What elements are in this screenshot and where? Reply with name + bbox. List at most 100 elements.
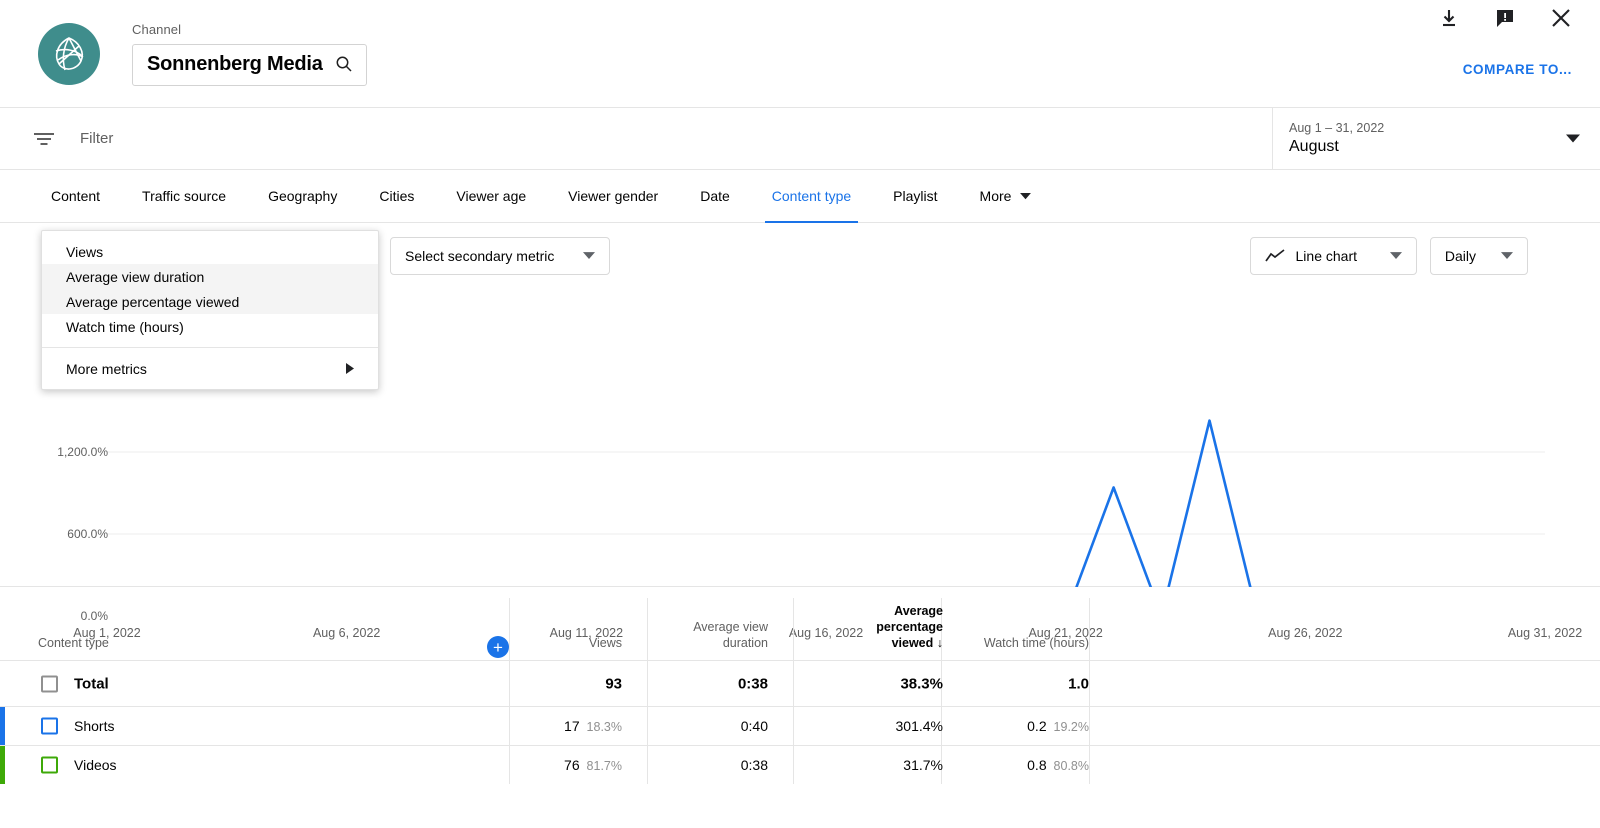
sort-desc-arrow-icon: ↓ <box>937 636 943 650</box>
menu-divider <box>42 347 378 348</box>
column-header-average-percentage-viewed[interactable]: Average percentage viewed ↓ <box>833 603 943 651</box>
tab-cities[interactable]: Cities <box>358 170 435 223</box>
column-header-content-type[interactable]: Content type <box>38 635 258 651</box>
row-checkbox[interactable] <box>41 757 58 774</box>
cell-value: 38.3% <box>900 675 943 692</box>
analytics-tabs: ContentTraffic sourceGeographyCitiesView… <box>0 170 1600 223</box>
cell-average-percentage-viewed: 31.7% <box>903 757 943 773</box>
tab-playlist[interactable]: Playlist <box>872 170 958 223</box>
tab-content-type[interactable]: Content type <box>751 170 872 223</box>
menu-item-watch-time-hours[interactable]: Watch time (hours) <box>42 314 378 339</box>
search-icon <box>335 55 353 73</box>
table-row[interactable]: Videos76 81.7%0:3831.7%0.8 80.8% <box>0 745 1600 784</box>
granularity-label: Daily <box>1445 248 1476 264</box>
menu-item-label: Average view duration <box>66 269 204 285</box>
date-range-selector[interactable]: Aug 1 – 31, 2022 August <box>1272 108 1600 169</box>
tab-traffic-source[interactable]: Traffic source <box>121 170 247 223</box>
filter-button[interactable]: Filter <box>32 130 113 148</box>
granularity-select[interactable]: Daily <box>1430 237 1528 275</box>
cell-share-percent: 18.3% <box>580 720 622 734</box>
tab-date[interactable]: Date <box>679 170 751 223</box>
column-divider <box>647 661 648 706</box>
menu-item-views[interactable]: Views <box>42 239 378 264</box>
filter-bar: Filter Aug 1 – 31, 2022 August <box>0 108 1600 170</box>
chart-type-select[interactable]: Line chart <box>1250 237 1417 275</box>
chevron-down-icon <box>1390 252 1402 260</box>
filter-icon <box>32 130 56 148</box>
table-row[interactable]: Total930:3838.3%1.0 <box>0 660 1600 706</box>
table-row[interactable]: Shorts17 18.3%0:40301.4%0.2 19.2% <box>0 706 1600 745</box>
column-divider <box>793 707 794 745</box>
download-button[interactable] <box>1436 5 1462 31</box>
menu-item-label: More metrics <box>66 361 147 377</box>
column-header-label: Watch time (hours) <box>984 636 1089 650</box>
channel-search-field[interactable]: Sonnenberg Media <box>132 44 367 86</box>
line-chart-icon <box>1265 249 1285 263</box>
cell-share-percent: 19.2% <box>1047 720 1089 734</box>
cell-average-percentage-viewed: 301.4% <box>896 718 943 734</box>
tab-viewer-gender[interactable]: Viewer gender <box>547 170 679 223</box>
channel-name: Sonnenberg Media <box>147 53 323 76</box>
date-range-value: August <box>1289 138 1600 156</box>
cell-average-view-duration: 0:40 <box>741 718 768 734</box>
tab-label: Content type <box>772 188 851 204</box>
column-divider <box>647 707 648 745</box>
tab-label: Geography <box>268 188 337 204</box>
column-header-watch-time-hours[interactable]: Watch time (hours) <box>979 635 1089 651</box>
tab-content[interactable]: Content <box>30 170 121 223</box>
close-button[interactable] <box>1548 5 1574 31</box>
cell-value: 0:38 <box>738 675 768 692</box>
column-divider <box>1089 707 1090 745</box>
tab-more[interactable]: More <box>959 170 1053 223</box>
row-checkbox[interactable] <box>41 718 58 735</box>
header-icon-group <box>1436 5 1574 31</box>
series-line-shorts <box>107 421 1545 587</box>
tab-label: Viewer gender <box>568 188 658 204</box>
chevron-down-icon <box>583 252 595 260</box>
content-type-table: + Content typeViewsAverage view duration… <box>0 587 1600 784</box>
column-header-views[interactable]: Views <box>502 635 622 651</box>
cell-value: 0.8 <box>1027 757 1046 773</box>
cell-average-view-duration: 0:38 <box>738 675 768 692</box>
row-checkbox[interactable] <box>41 675 58 692</box>
cell-watch-time: 0.2 19.2% <box>1027 718 1089 734</box>
channel-avatar <box>38 23 100 85</box>
column-divider <box>647 746 648 784</box>
download-icon <box>1438 7 1460 29</box>
menu-item-label: Average percentage viewed <box>66 294 239 310</box>
column-header-average-view-duration[interactable]: Average view duration <box>650 619 768 651</box>
tab-viewer-age[interactable]: Viewer age <box>435 170 547 223</box>
table-header: + Content typeViewsAverage view duration… <box>0 587 1600 660</box>
column-divider <box>793 661 794 706</box>
tab-geography[interactable]: Geography <box>247 170 358 223</box>
cell-value: 0:38 <box>741 757 768 773</box>
column-header-label: Average percentage viewed <box>876 604 943 650</box>
column-divider <box>793 598 794 660</box>
compare-to-button[interactable]: COMPARE TO... <box>1463 62 1572 77</box>
cell-average-percentage-viewed: 38.3% <box>900 675 943 692</box>
column-header-label: Views <box>589 636 622 650</box>
menu-item-more-metrics[interactable]: More metrics <box>42 356 378 381</box>
tab-label: More <box>980 188 1012 204</box>
chart-panel: Select secondary metric Line chart Daily… <box>0 223 1600 587</box>
cell-value: 0.2 <box>1027 718 1046 734</box>
chevron-down-icon <box>1566 134 1580 143</box>
row-label: Videos <box>74 757 117 773</box>
feedback-button[interactable] <box>1492 5 1518 31</box>
column-divider <box>647 598 648 660</box>
row-color-swatch <box>0 746 5 784</box>
y-axis-tick-label: 600.0% <box>67 527 108 541</box>
cell-value: 0:40 <box>741 718 768 734</box>
page-header: Channel Sonnenberg Media <box>0 0 1600 108</box>
cell-views: 93 <box>605 675 622 692</box>
filter-label: Filter <box>80 130 113 147</box>
cell-share-percent: 81.7% <box>580 759 622 773</box>
column-divider <box>1089 598 1090 660</box>
cell-value: 31.7% <box>903 757 943 773</box>
secondary-metric-select[interactable]: Select secondary metric <box>390 237 610 275</box>
channel-avatar-leaf-icon <box>49 34 89 74</box>
chevron-down-icon <box>1501 252 1513 260</box>
menu-item-average-view-duration[interactable]: Average view duration <box>42 264 378 289</box>
menu-item-label: Views <box>66 244 103 260</box>
menu-item-average-percentage-viewed[interactable]: Average percentage viewed <box>42 289 378 314</box>
